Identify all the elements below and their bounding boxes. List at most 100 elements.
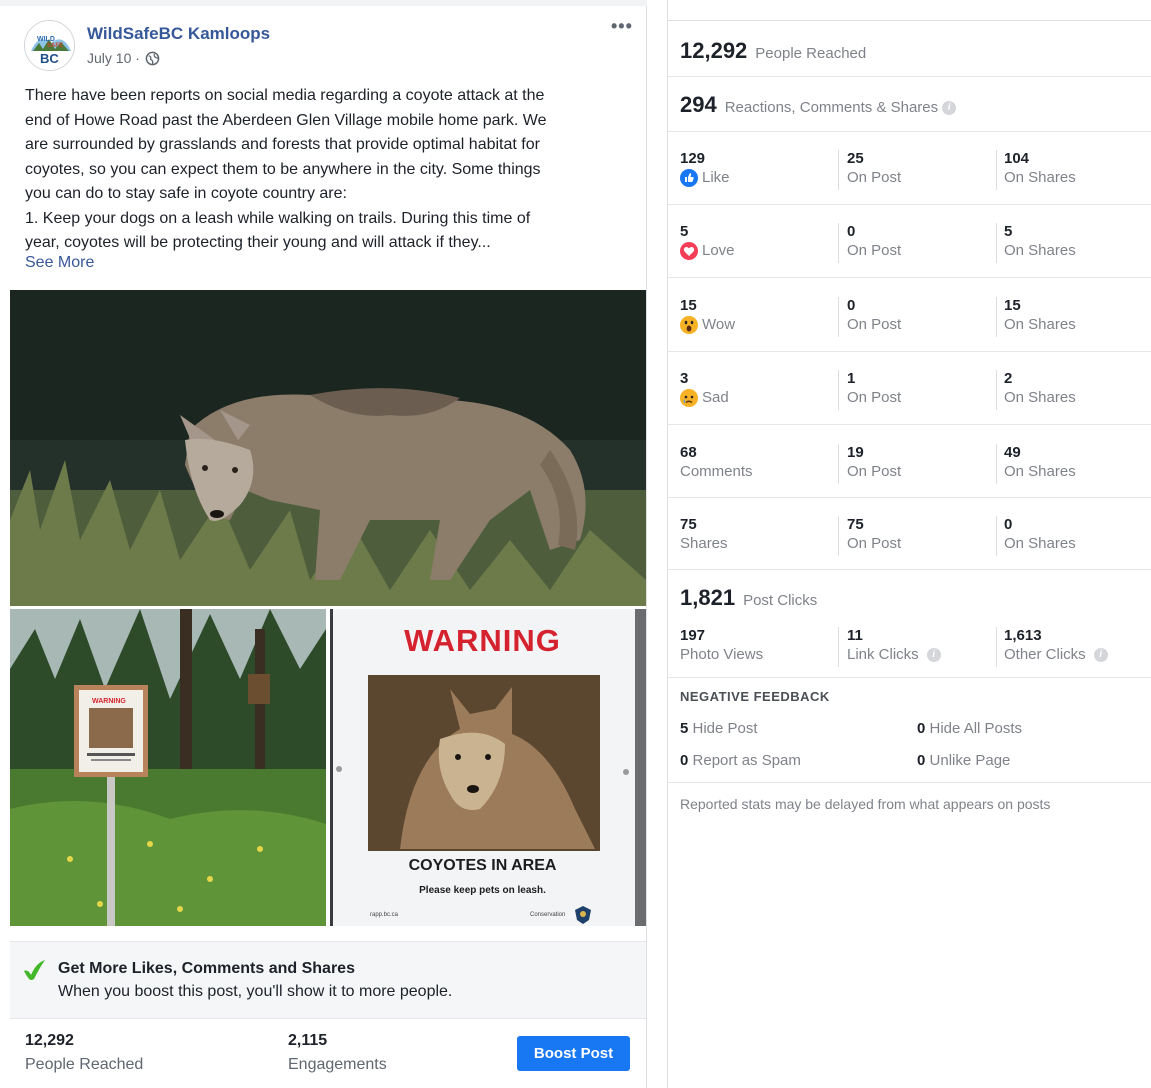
poster-footer-left: rapp.bc.ca <box>370 912 399 918</box>
shares-on-post-count: 75 <box>847 516 864 533</box>
engagement-value: 294 <box>680 92 717 117</box>
love-total: 5 Love <box>680 223 830 263</box>
link-clicks: 11 Link Clicks i <box>838 627 988 667</box>
info-icon[interactable]: i <box>942 101 957 116</box>
sad-on-shares: 2 On Shares <box>996 370 1146 410</box>
love-label: Love <box>702 242 735 259</box>
people-reached-value: 12,292 <box>680 38 748 63</box>
on-post-label: On Post <box>847 389 902 406</box>
stat-row-sad: 3 Sad 1 On Post 2 On Shares <box>668 370 1151 443</box>
divider <box>668 277 1151 278</box>
page-name-link[interactable]: WildSafeBC Kamloops <box>87 24 270 44</box>
info-icon[interactable]: i <box>926 647 941 662</box>
divider <box>668 76 1151 77</box>
love-label-wrap: Love <box>680 240 830 261</box>
see-more-link[interactable]: See More <box>25 254 94 272</box>
stat-row-like: 129 Like 25 On Post 104 On Shares <box>668 150 1151 223</box>
hide-post-value: 5 <box>680 720 689 737</box>
leaf-check-icon <box>24 960 45 980</box>
shares-label: Shares <box>680 535 728 552</box>
unlike-label: Unlike Page <box>929 752 1011 769</box>
conservation-crest-icon <box>575 906 591 924</box>
info-icon[interactable]: i <box>1093 647 1108 662</box>
report-spam-stat: 0 Report as Spam <box>680 752 801 769</box>
wow-count: 15 <box>680 297 697 314</box>
comments-on-shares-count: 49 <box>1004 444 1021 461</box>
divider <box>668 569 1151 570</box>
reached-label: People Reached <box>25 1056 144 1073</box>
page-avatar[interactable]: WILD SAFE BC <box>24 20 75 71</box>
post-date[interactable]: July 10 · <box>87 50 140 66</box>
divider <box>668 424 1151 425</box>
svg-text:BC: BC <box>40 51 59 66</box>
wow-label-wrap: Wow <box>680 314 830 335</box>
coyote-photo[interactable] <box>10 290 646 606</box>
comments-on-post-count: 19 <box>847 444 864 461</box>
wow-on-shares: 15 On Shares <box>996 297 1146 337</box>
reached-value: 12,292 <box>25 1032 74 1049</box>
sign-photo[interactable]: WARNING <box>10 609 326 926</box>
insights-panel: 12,292 People Reached 294 Reactions, Com… <box>667 0 1151 1088</box>
engagements-value: 2,115 <box>288 1032 328 1049</box>
other-clicks-label-wrap: Other Clicks i <box>1004 644 1146 665</box>
divider <box>668 351 1151 352</box>
post-message: There have been reports on social media … <box>25 84 625 256</box>
poster-footer-right: Conservation <box>530 912 566 918</box>
stat-row-love: 5 Love 0 On Post 5 On Shares <box>668 223 1151 296</box>
like-count: 129 <box>680 150 706 167</box>
love-on-post-count: 0 <box>847 223 856 240</box>
divider <box>668 677 1151 678</box>
post-line: end of Howe Road past the Aberdeen Glen … <box>25 111 547 129</box>
post-line: year, coyotes will be protecting their y… <box>25 234 491 251</box>
photo-views-label: Photo Views <box>680 646 764 663</box>
warning-sign-forest-image: WARNING <box>10 609 326 926</box>
svg-text:SAFE: SAFE <box>47 43 63 49</box>
svg-text:WILD: WILD <box>37 36 55 43</box>
warning-poster-photo[interactable]: WARNING COYOTES IN AREA Please keep pets… <box>330 609 646 926</box>
comments-on-post: 19 On Post <box>838 444 988 484</box>
engagement-label: Reactions, Comments & Shares i <box>724 99 957 116</box>
on-post-label: On Post <box>847 535 902 552</box>
engagement-label-text: Reactions, Comments & Shares <box>724 99 939 116</box>
hide-all-value: 0 <box>917 720 926 737</box>
more-options-button[interactable]: ••• <box>611 16 633 37</box>
on-post-label: On Post <box>847 242 902 259</box>
hide-post-label: Hide Post <box>692 720 758 737</box>
post-line: you can do to stay safe in coyote countr… <box>25 185 347 202</box>
boost-post-button[interactable]: Boost Post <box>517 1036 630 1071</box>
sad-on-post-count: 1 <box>847 370 856 387</box>
like-on-post-count: 25 <box>847 150 864 167</box>
sad-icon <box>680 388 698 407</box>
wow-label: Wow <box>702 316 736 333</box>
unlike-value: 0 <box>917 752 926 769</box>
shares-total: 75 Shares <box>680 516 830 556</box>
sad-label-wrap: Sad <box>680 387 830 408</box>
other-clicks: 1,613 Other Clicks i <box>996 627 1146 667</box>
sad-count: 3 <box>680 370 689 387</box>
shares-on-shares-count: 0 <box>1004 516 1013 533</box>
wildsafebc-logo-icon: WILD SAFE BC <box>25 21 74 70</box>
post-line: are surrounded by grasslands and forests… <box>25 136 540 153</box>
photo-views-count: 197 <box>680 627 706 644</box>
like-label-wrap: Like <box>680 167 830 188</box>
divider <box>668 131 1151 132</box>
shares-count: 75 <box>680 516 697 533</box>
people-reached-row: 12,292 People Reached <box>680 38 866 64</box>
wow-on-post: 0 On Post <box>838 297 988 337</box>
link-clicks-count: 11 <box>847 627 863 644</box>
sad-on-shares-count: 2 <box>1004 370 1013 387</box>
other-clicks-label: Other Clicks <box>1004 646 1086 663</box>
post-meta: July 10 · <box>87 50 160 66</box>
comments-total: 68 Comments <box>680 444 830 484</box>
engagement-row: 294 Reactions, Comments & Shares i <box>680 92 957 118</box>
divider <box>668 497 1151 498</box>
globe-icon <box>145 51 160 65</box>
insights-top-border <box>668 20 1151 21</box>
post-line: There have been reports on social media … <box>25 87 545 104</box>
hide-all-label: Hide All Posts <box>929 720 1023 737</box>
boost-title: Get More Likes, Comments and Shares <box>58 960 355 977</box>
negative-feedback-title: NEGATIVE FEEDBACK <box>680 689 830 704</box>
stat-row-comments: 68 Comments 19 On Post 49 On Shares <box>668 444 1151 517</box>
hide-all-posts-stat: 0 Hide All Posts <box>917 720 1022 737</box>
hide-post-stat: 5 Hide Post <box>680 720 758 737</box>
